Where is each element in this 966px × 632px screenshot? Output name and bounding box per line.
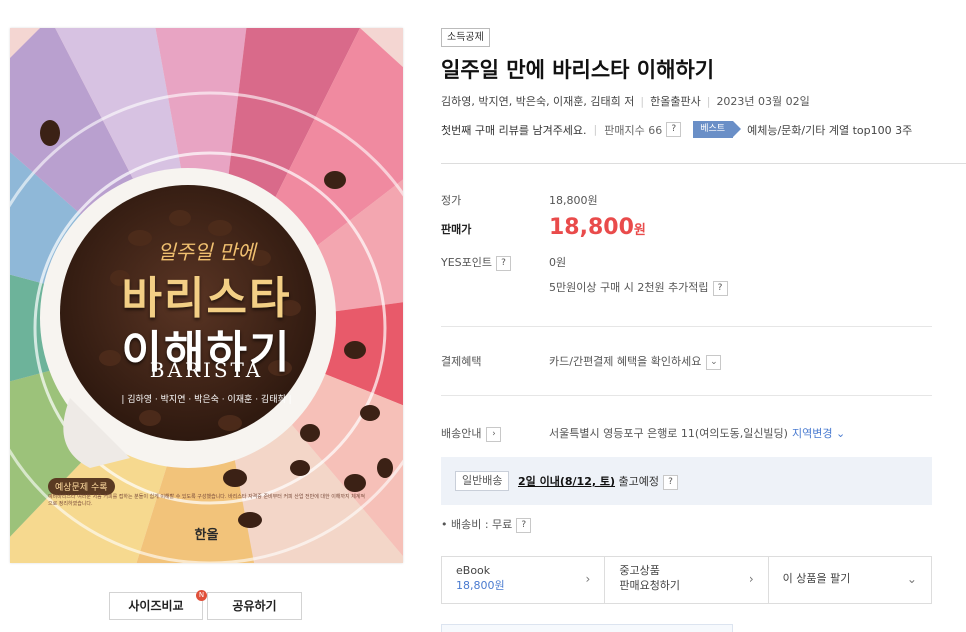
- delivery-estimate-box: 일반배송 2일 이내(8/12, 토) 출고예정?: [441, 457, 932, 505]
- delivery-date-bold: 2일 이내(8/12, 토): [518, 475, 616, 488]
- divider: |: [593, 123, 598, 136]
- next-section-edge: [441, 624, 733, 632]
- shipping-info-label-text: 배송안내: [441, 427, 482, 440]
- review-prompt-link[interactable]: 첫번째 구매 리뷰를 남겨주세요.: [441, 122, 587, 138]
- shipping-fee: • 배송비 : 무료?: [441, 516, 532, 533]
- help-question-icon[interactable]: ?: [666, 122, 682, 137]
- change-region-link[interactable]: 지역변경 ⌄: [792, 427, 845, 440]
- shipping-address-text: 서울특별시 영등포구 은행로 11(여의도동,일신빌딩): [549, 427, 788, 440]
- new-badge: N: [196, 590, 207, 601]
- best-rank-link[interactable]: 예체능/문화/기타 계열 top100 3주: [747, 122, 912, 138]
- author-publisher-line: 김하영, 박지연, 박은숙, 이재훈, 김태희 저 | 한올출판사 | 2023년 03…: [441, 93, 810, 109]
- section-divider: [441, 163, 966, 164]
- list-price-label: 정가: [441, 194, 462, 207]
- cover-authors: | 김하영 · 박지연 · 박은숙 · 이재훈 · 김태희 |: [121, 395, 292, 405]
- book-cover-image[interactable]: 일주일 만에 바리스타 이해하기 BARISTA | 김하영 · 박지연 · 박…: [10, 28, 403, 563]
- review-sales-line: 첫번째 구매 리뷰를 남겨주세요. | 판매지수 66 ? 베스트 예체능/문화…: [441, 121, 912, 138]
- publish-date: 2023년 03월 02일: [716, 95, 810, 108]
- product-title: 일주일 만에 바리스타 이해하기: [441, 58, 715, 82]
- chevron-right-icon: ›: [748, 572, 754, 586]
- sale-price-value: 18,800원: [549, 215, 646, 240]
- ebook-price: 18,800원: [456, 579, 505, 592]
- help-question-icon[interactable]: ?: [516, 517, 532, 533]
- sale-price-label: 판매가: [441, 223, 472, 236]
- publisher-name[interactable]: 한올출판사: [650, 95, 701, 108]
- shipping-info-label: 배송안내 ›: [441, 425, 502, 442]
- payment-benefit-text: 카드/간편결제 혜택을 확인하세요: [549, 355, 702, 368]
- shipping-address: 서울특별시 영등포구 은행로 11(여의도동,일신빌딩) 지역변경 ⌄: [549, 425, 845, 441]
- chevron-right-icon[interactable]: ›: [486, 426, 502, 442]
- payment-benefit-label: 결제혜택: [441, 355, 482, 368]
- delivery-type-badge: 일반배송: [455, 471, 510, 491]
- bullet-icon: •: [441, 518, 451, 531]
- cover-badge: 예상문제 수록: [48, 478, 115, 495]
- help-question-icon[interactable]: ?: [496, 255, 512, 271]
- best-badge: 베스트: [693, 121, 741, 138]
- payment-benefit-toggle[interactable]: 카드/간편결제 혜택을 확인하세요 ⌄: [549, 353, 722, 370]
- used-label: 중고상품: [619, 564, 660, 577]
- cover-english-title: BARISTA: [149, 358, 264, 382]
- share-button[interactable]: 공유하기: [207, 592, 302, 620]
- sale-price-unit: 원: [633, 223, 646, 238]
- ebook-label: eBook: [456, 564, 491, 577]
- list-price-value: 18,800원: [549, 194, 598, 207]
- cover-description: 예비바리스타 여러분 처음 커피를 접하는 분들이 쉽게 이해할 수 있도록 구…: [48, 494, 365, 507]
- delivery-date: 2일 이내(8/12, 토) 출고예정?: [518, 473, 678, 490]
- divider: |: [706, 95, 711, 108]
- sale-price-number: 18,800: [549, 215, 634, 240]
- size-compare-button[interactable]: 사이즈비교: [109, 592, 203, 620]
- point-extra-note-text: 5만원이상 구매 시 2천원 추가적립: [549, 281, 709, 294]
- shipping-fee-text: 배송비 : 무료: [451, 518, 513, 531]
- yes-point-value: 0원: [549, 256, 567, 269]
- cover-publisher: 한올: [194, 528, 219, 543]
- section-divider: [441, 326, 932, 327]
- yes-point-label: YES포인트?: [441, 254, 512, 271]
- section-divider: [441, 395, 932, 396]
- chevron-right-icon: ›: [585, 572, 591, 586]
- used-request-label: 판매요청하기: [619, 579, 681, 592]
- delivery-date-suffix: 출고예정: [618, 475, 659, 488]
- yes-point-label-text: YES포인트: [441, 256, 493, 269]
- chevron-down-icon: ⌄: [906, 572, 917, 586]
- divider: |: [640, 95, 645, 108]
- sales-index: 판매지수 66: [604, 123, 663, 137]
- help-question-icon[interactable]: ?: [712, 280, 728, 296]
- ebook-option[interactable]: eBook 18,800원 ›: [442, 557, 606, 603]
- income-deduction-tag: 소득공제: [441, 28, 490, 47]
- sell-this-item-option[interactable]: 이 상품을 팔기 ⌄: [769, 557, 931, 603]
- purchase-options: eBook 18,800원 › 중고상품 판매요청하기 › 이 상품을 팔기 ⌄: [441, 556, 932, 604]
- used-sell-request-option[interactable]: 중고상품 판매요청하기 ›: [605, 557, 769, 603]
- change-region-text: 지역변경: [791, 427, 833, 440]
- author-names[interactable]: 김하영, 박지연, 박은숙, 이재훈, 김태희 저: [441, 95, 634, 108]
- point-extra-note: 5만원이상 구매 시 2천원 추가적립?: [549, 279, 728, 296]
- chevron-down-icon[interactable]: ⌄: [706, 354, 722, 370]
- cover-kicker: 일주일 만에: [157, 240, 256, 264]
- help-question-icon[interactable]: ?: [663, 474, 678, 490]
